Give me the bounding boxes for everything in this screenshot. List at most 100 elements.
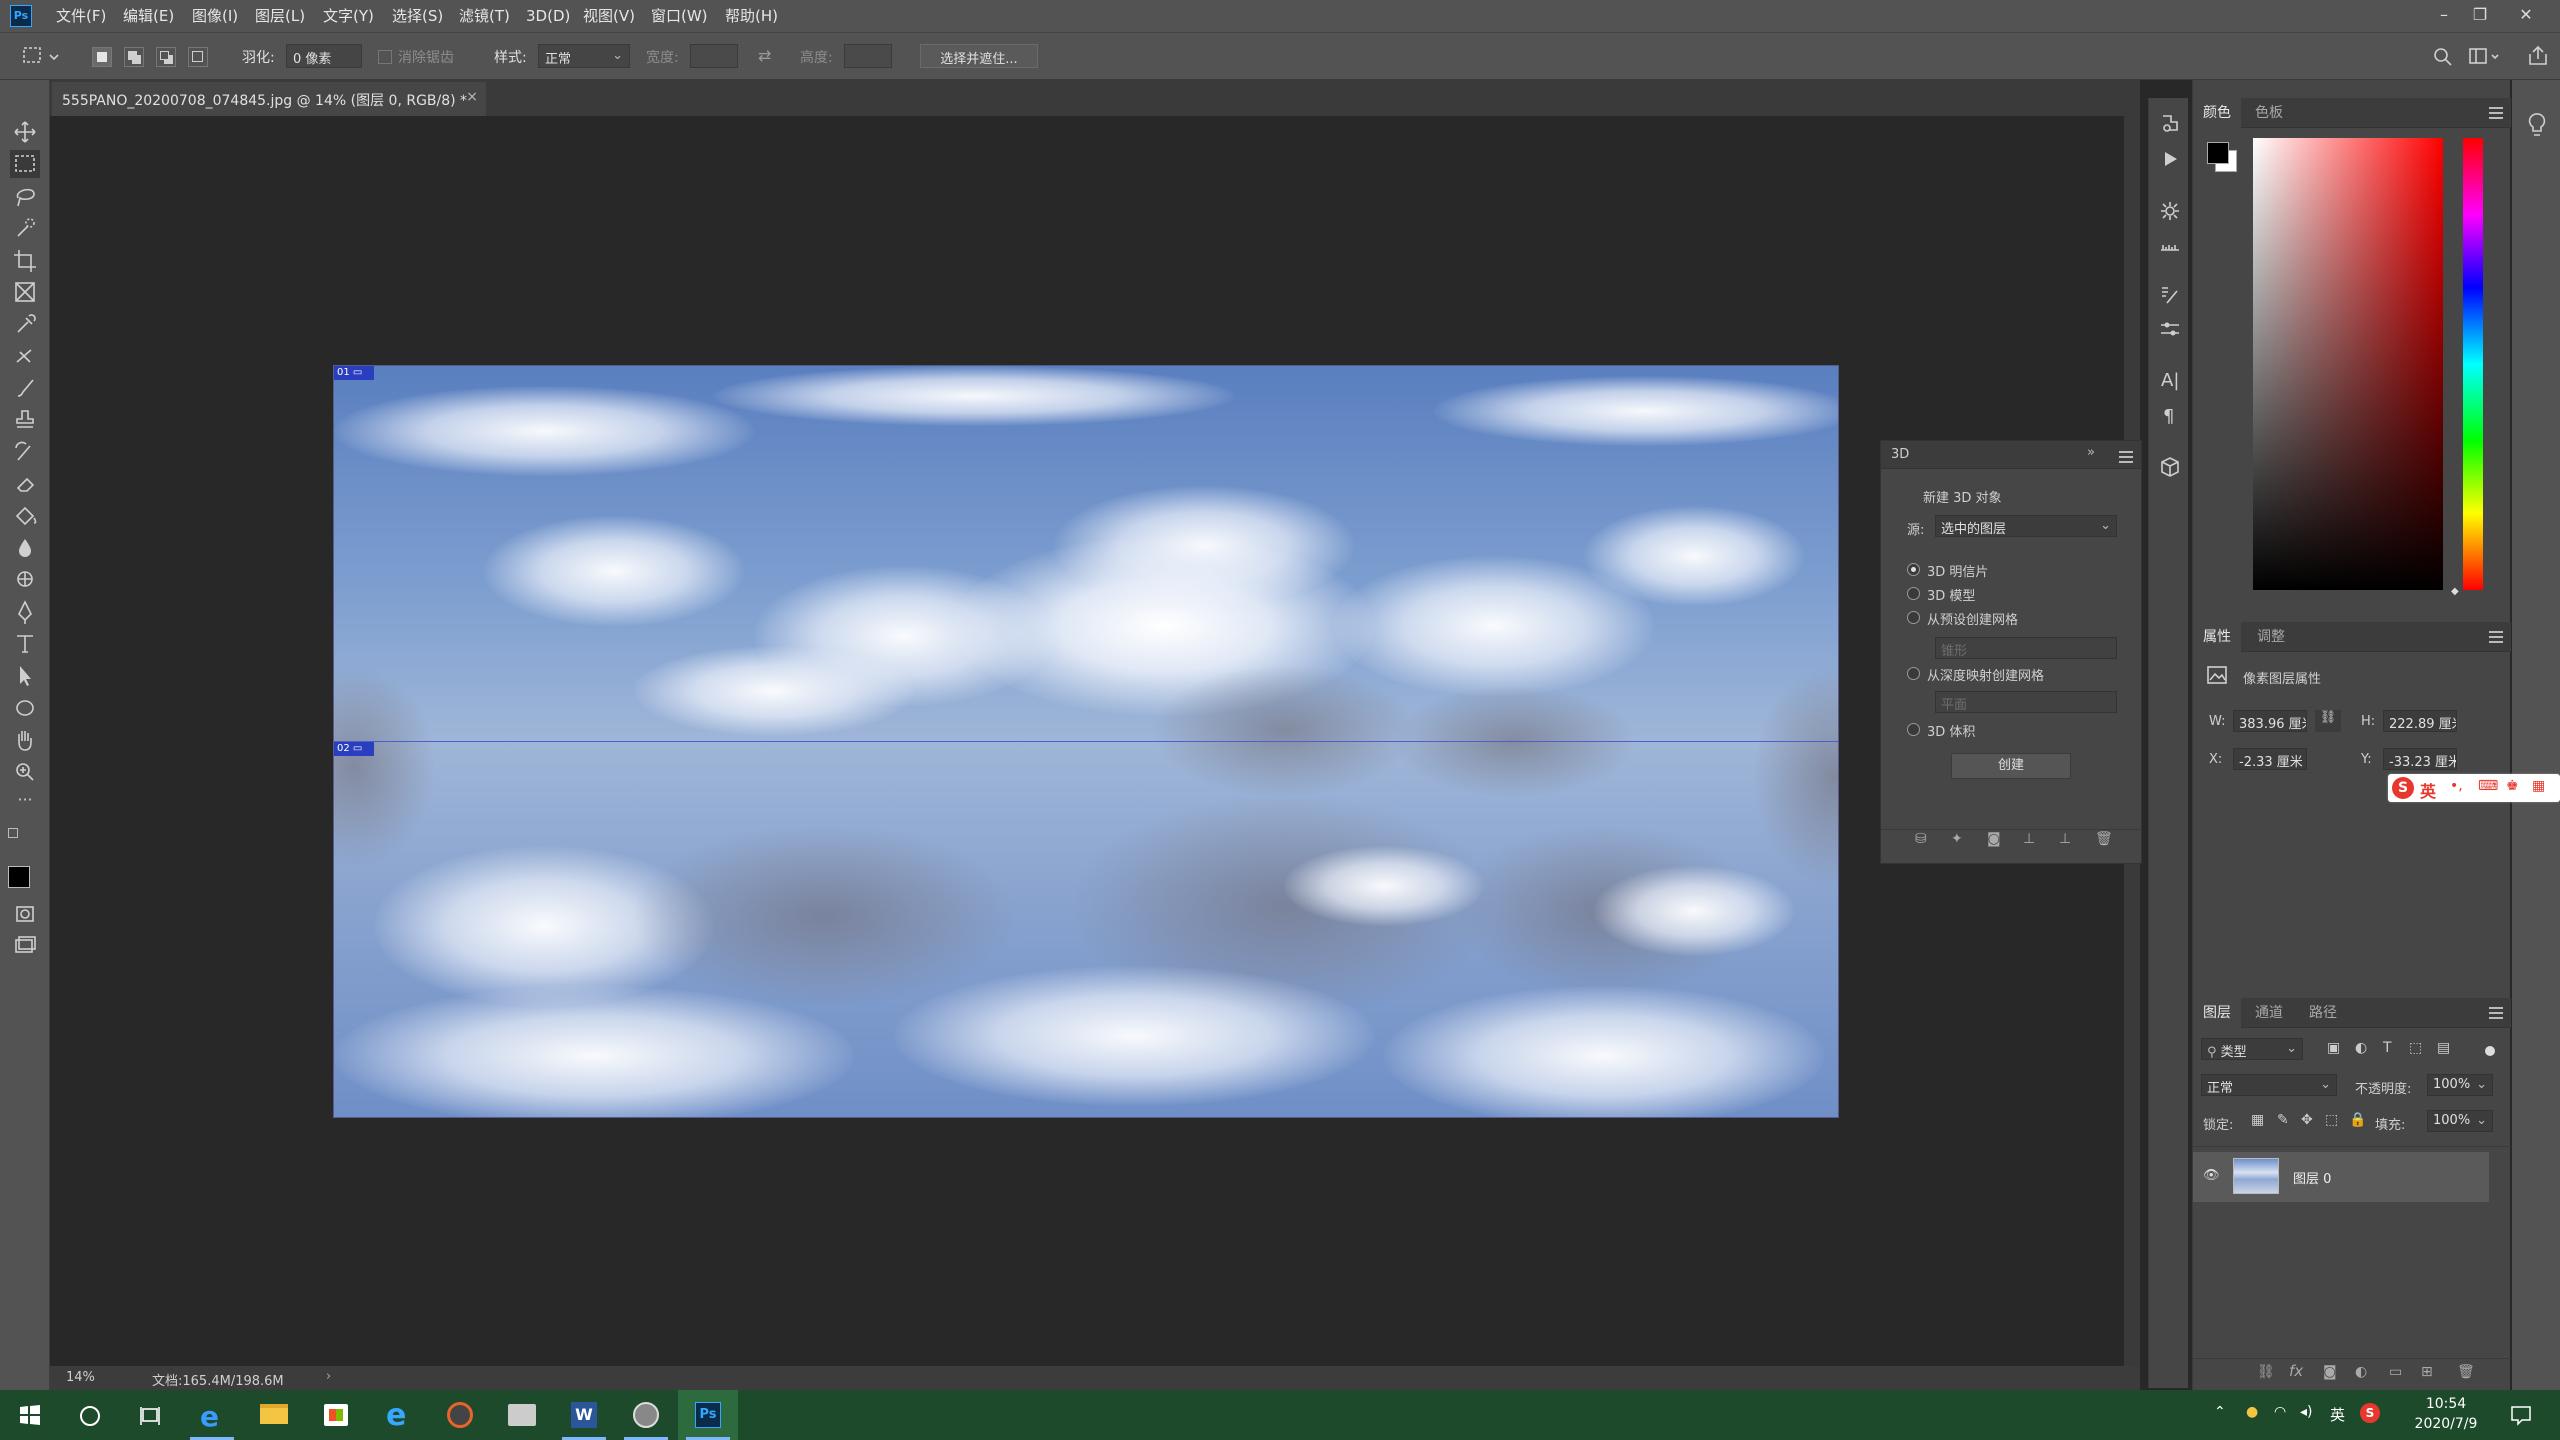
delete-icon[interactable]: 🗑 [2095,831,2113,847]
light-icon[interactable]: ✦ [1951,831,1963,847]
minimize-icon[interactable]: – [2426,0,2462,32]
scene-icon[interactable]: ⛁ [1915,831,1927,847]
tab-adjustments[interactable]: 调整 [2247,622,2295,652]
style-select[interactable]: 正常 ⌄ [538,44,630,68]
screen-mode-icon[interactable] [10,932,40,960]
quick-selection-tool-icon[interactable] [10,214,40,242]
hue-slider[interactable] [2463,138,2483,590]
lock-artboard-icon[interactable]: ⬚ [2325,1112,2338,1128]
filter-toggle[interactable] [2485,1046,2495,1056]
layer-filter-select[interactable]: ⚲ 类型 ⌄ [2201,1038,2303,1060]
fx-icon[interactable]: fx [2289,1362,2303,1380]
marquee-preset-icon[interactable] [22,46,62,66]
lock-all-icon[interactable]: 🔒 [2349,1112,2366,1128]
tray-language[interactable]: 英 [2330,1404,2345,1425]
lock-image-icon[interactable]: ✎ [2277,1112,2289,1128]
start-button[interactable] [0,1390,60,1440]
color-foreground-swatch[interactable] [2207,142,2229,164]
layers-panel-menu-icon[interactable] [2489,1007,2503,1019]
filter-type-icon[interactable]: T [2383,1040,2392,1056]
clone-stamp-tool-icon[interactable] [10,406,40,434]
rectangular-marquee-tool-icon[interactable] [10,150,40,178]
tab-layers[interactable]: 图层 [2193,998,2241,1028]
add-selection-icon[interactable] [124,47,144,67]
taskbar-media[interactable] [430,1390,490,1440]
blur-tool-icon[interactable] [10,534,40,562]
filter-pixel-icon[interactable]: ▣ [2327,1040,2340,1056]
menu-window[interactable]: 窗口(W) [651,0,708,32]
dodge-tool-icon[interactable] [10,566,40,594]
radio-3d-model[interactable] [1907,587,1920,600]
fill-field[interactable]: 100% ⌄ [2427,1110,2493,1132]
create-button[interactable]: 创建 [1951,753,2071,779]
close-tab-icon[interactable]: × [466,89,478,105]
restore-icon[interactable]: ❐ [2462,0,2498,32]
link-icon[interactable]: ⛓ [2315,710,2341,732]
wifi-icon[interactable]: ◠ [2274,1404,2286,1420]
menu-type[interactable]: 文字(Y) [323,0,374,32]
play-action-icon[interactable] [2159,148,2181,170]
panorama-image[interactable]: 01 ▭ 02 ▭ [333,365,1839,1118]
eraser-tool-icon[interactable] [10,470,40,498]
antialias-checkbox[interactable] [378,50,392,64]
hand-tool-icon[interactable] [10,726,40,754]
clock-time[interactable]: 10:54 [2406,1396,2486,1412]
new-layer-icon[interactable]: ⊞ [2421,1364,2433,1380]
ime-keyboard-icon[interactable]: ⌨ [2478,778,2498,794]
tab-color[interactable]: 颜色 [2193,98,2241,128]
tab-properties[interactable]: 属性 [2193,622,2241,652]
menu-image[interactable]: 图像(I) [192,0,238,32]
camera-icon[interactable]: ◙ [1987,831,2001,847]
layer-name[interactable]: 图层 0 [2293,1168,2331,1187]
clock-date[interactable]: 2020/7/9 [2406,1416,2486,1432]
workspace-icon[interactable] [2468,46,2502,68]
quick-mask-icon[interactable] [10,900,40,928]
tab-paths[interactable]: 路径 [2299,998,2347,1028]
tray-app-icon[interactable]: ● [2246,1404,2258,1420]
paint-bucket-tool-icon[interactable] [10,502,40,530]
crop-tool-icon[interactable] [10,246,40,274]
menu-filter[interactable]: 滤镜(T) [459,0,510,32]
add-object-icon[interactable]: ⊥ [2059,831,2071,847]
add-light-icon[interactable]: ⊥ [2023,831,2035,847]
eyedropper-tool-icon[interactable] [10,310,40,338]
sogou-tray-icon[interactable]: S [2360,1403,2380,1423]
lightbulb-icon[interactable] [2526,112,2548,138]
pen-tool-icon[interactable] [10,598,40,626]
close-icon[interactable]: ✕ [2508,0,2544,32]
notification-icon[interactable] [2510,1404,2532,1426]
default-colors-icon[interactable] [8,828,18,838]
ime-punctuation-icon[interactable]: •, [2450,778,2463,794]
color-panel-menu-icon[interactable] [2489,107,2503,119]
layer-row[interactable]: 👁 图层 0 [2193,1152,2489,1202]
x-field[interactable]: -2.33 厘米 [2233,748,2307,770]
color-field[interactable] [2253,138,2443,590]
filter-smart-object-icon[interactable]: ▤ [2437,1040,2450,1056]
new-selection-icon[interactable] [92,47,112,67]
healing-brush-tool-icon[interactable] [10,342,40,370]
paragraph-icon[interactable]: ¶ [2163,406,2174,427]
menu-3d[interactable]: 3D(D) [526,0,570,32]
taskbar-store[interactable] [306,1390,366,1440]
ime-toolbox-icon[interactable]: ▦ [2532,778,2545,794]
more-tools-icon[interactable]: ··· [10,790,40,818]
zoom-level[interactable]: 14% [66,1370,95,1385]
delete-layer-icon[interactable]: 🗑 [2457,1364,2475,1380]
brush-settings-icon[interactable] [2159,284,2181,306]
radio-3d-postcard[interactable] [1907,563,1920,576]
menu-layer[interactable]: 图层(L) [255,0,305,32]
ellipse-tool-icon[interactable] [10,694,40,722]
tab-channels[interactable]: 通道 [2245,998,2293,1028]
history-icon[interactable] [2159,112,2181,134]
taskbar-word[interactable]: W [554,1390,614,1440]
ime-toolbar[interactable]: S 英 •, ⌨ ♚ ▦ [2388,774,2560,802]
new-fill-layer-icon[interactable]: ◐ [2355,1364,2367,1380]
height-field[interactable]: 222.89 厘米 [2383,710,2457,732]
history-brush-tool-icon[interactable] [10,438,40,466]
path-selection-tool-icon[interactable] [10,662,40,690]
ime-skin-icon[interactable]: ♚ [2506,778,2519,794]
adjustments-icon[interactable] [2159,318,2181,340]
opacity-field[interactable]: 100% ⌄ [2427,1074,2493,1096]
document-tab[interactable]: 555PANO_20200708_074845.jpg @ 14% (图层 0,… [52,82,486,116]
taskbar-3dapp[interactable] [616,1390,676,1440]
